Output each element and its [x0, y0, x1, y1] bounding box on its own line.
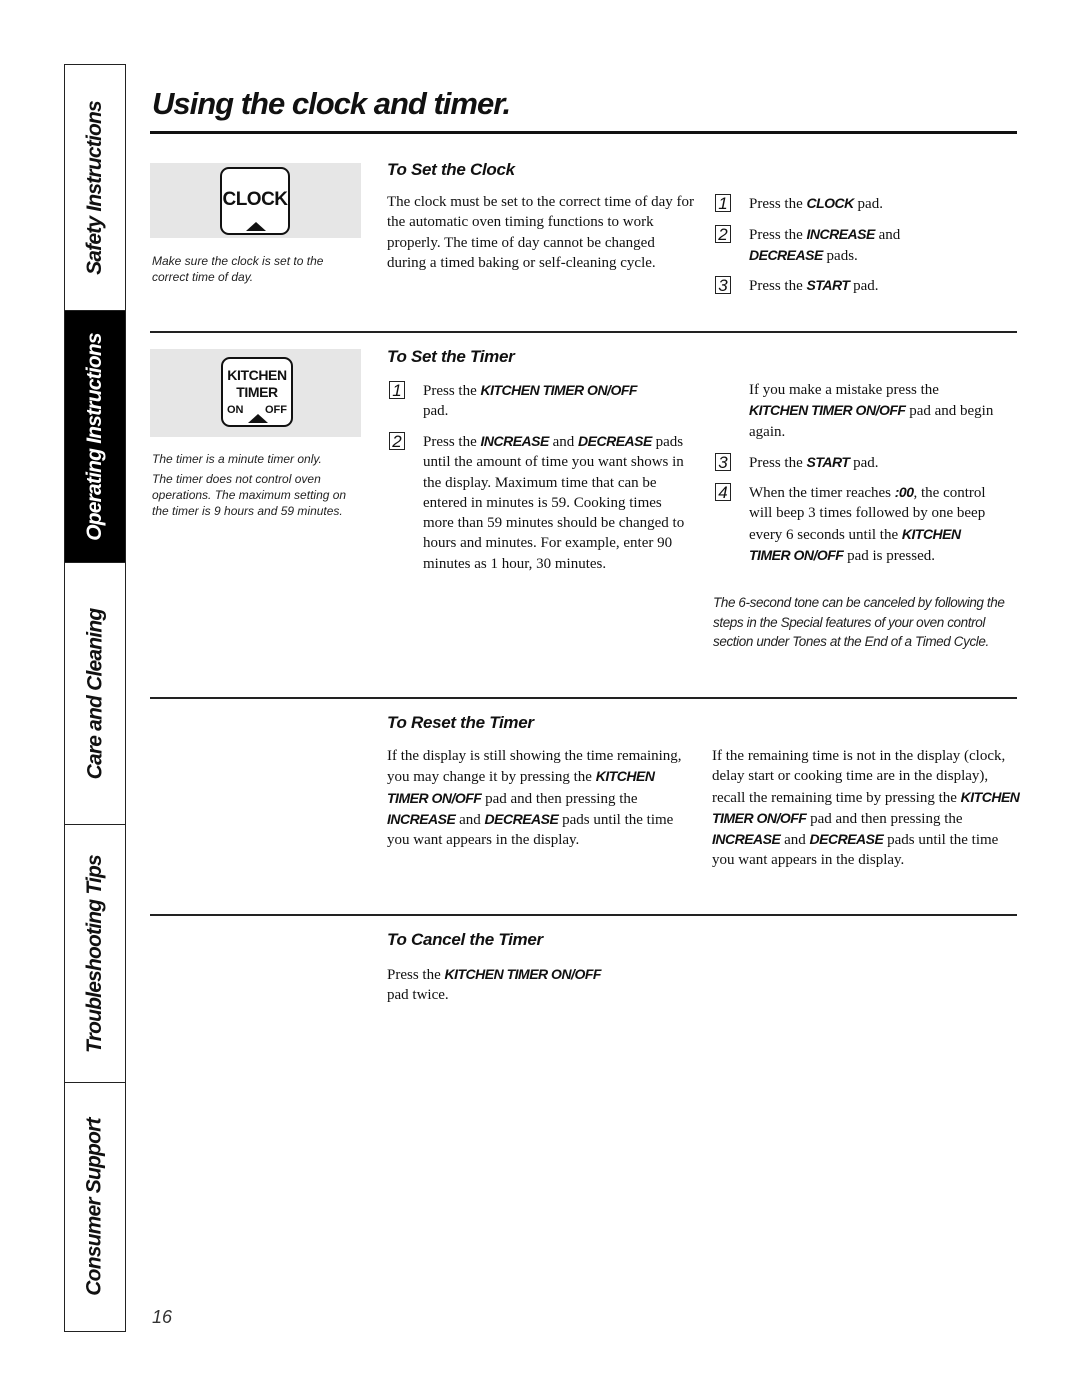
clock-pad: CLOCK	[220, 167, 290, 235]
timer-caption-1: The timer is a minute timer only.	[152, 452, 322, 466]
clock-caption: Make sure the clock is set to the correc…	[152, 254, 324, 284]
timer-step-1: 1 Press the KITCHEN TIMER ON/OFF pad.	[389, 380, 699, 422]
page-title: Using the clock and timer.	[152, 86, 511, 121]
reset-timer-left-text: If the display is still showing the time…	[387, 748, 682, 849]
section-divider	[150, 914, 1017, 916]
clock-step-3: 3 Press the START pad.	[715, 275, 1015, 297]
section-divider	[150, 331, 1017, 333]
set-timer-heading: To Set the Timer	[387, 347, 515, 366]
clock-step-1: 1 Press the CLOCK pad.	[715, 193, 1015, 215]
timer-step-3: 3 Press the START pad.	[715, 452, 1015, 474]
reset-timer-right-text: If the remaining time is not in the disp…	[712, 748, 1020, 869]
timer-step-2: 2 Press the INCREASE and DECREASE pads u…	[389, 431, 699, 616]
timer-caption-2: The timer does not control oven operatio…	[152, 472, 347, 518]
tab-consumer-support[interactable]: Consumer Support	[65, 1083, 125, 1331]
section-divider	[150, 697, 1017, 699]
tab-troubleshooting-tips[interactable]: Troubleshooting Tips	[65, 825, 125, 1083]
page-number: 16	[152, 1307, 173, 1327]
section-tabs: Safety Instructions Operating Instructio…	[64, 64, 126, 1332]
cancel-timer-heading: To Cancel the Timer	[387, 930, 543, 949]
set-clock-heading: To Set the Clock	[387, 160, 515, 179]
clock-pad-illustration: CLOCK	[150, 163, 361, 238]
set-clock-intro: The clock must be set to the correct tim…	[387, 194, 694, 271]
timer-mistake-text: If you make a mistake press the KITCHEN …	[749, 382, 994, 440]
tab-safety-instructions[interactable]: Safety Instructions	[65, 65, 125, 311]
kitchen-timer-pad: KITCHEN TIMER ON OFF	[221, 357, 293, 427]
arrow-up-icon	[246, 222, 266, 231]
cancel-timer-text: Press the KITCHEN TIMER ON/OFF pad twice.	[387, 966, 601, 1004]
timer-tone-note: The 6-second tone can be canceled by fol…	[713, 595, 1005, 649]
tab-care-and-cleaning[interactable]: Care and Cleaning	[65, 563, 125, 825]
kitchen-timer-pad-illustration: KITCHEN TIMER ON OFF	[150, 349, 361, 437]
clock-step-2: 2 Press the INCREASE and DECREASE pads.	[715, 224, 1015, 266]
title-divider	[150, 131, 1017, 134]
arrow-up-icon	[248, 414, 268, 423]
timer-step-4: 4 When the timer reaches :00, the contro…	[715, 482, 1015, 587]
reset-timer-heading: To Reset the Timer	[387, 713, 534, 732]
tab-operating-instructions[interactable]: Operating Instructions	[65, 311, 125, 563]
